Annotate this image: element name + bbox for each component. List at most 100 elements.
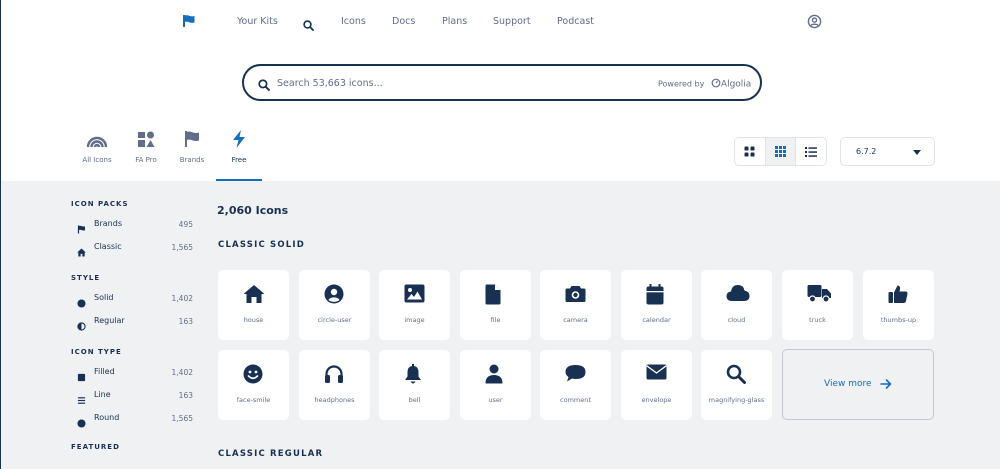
tab-label: FA Pro	[135, 156, 157, 164]
icon-card-envelope[interactable]: envelope	[621, 350, 692, 420]
filter-count: 163	[178, 391, 193, 400]
nav-plans[interactable]: Plans	[442, 16, 467, 27]
version-value: 6.7.2	[856, 147, 877, 156]
powered-by-label: Powered by	[658, 79, 705, 89]
icon-search-bar[interactable]: Powered by Algolia	[242, 64, 762, 101]
algolia-name: Algolia	[720, 79, 752, 90]
icon-card-comment[interactable]: comment	[540, 350, 611, 420]
icon-caption: envelope	[641, 396, 672, 404]
sidebar-heading-featured: FEATURED	[71, 443, 120, 451]
search-input[interactable]	[277, 75, 637, 91]
camera-icon	[565, 286, 586, 302]
house-icon	[243, 285, 265, 303]
icon-card-calendar[interactable]: calendar	[621, 270, 692, 340]
filter-label: Line	[94, 390, 111, 399]
house-icon	[77, 242, 86, 261]
magnifying-glass-icon	[726, 364, 746, 384]
icon-card-face-smile[interactable]: face-smile	[218, 350, 289, 420]
bolt-icon	[214, 130, 264, 148]
icon-card-image[interactable]: image	[379, 270, 450, 340]
tab-free[interactable]: Free	[214, 130, 264, 164]
icon-caption: face-smile	[236, 396, 271, 404]
cloud-icon	[726, 285, 750, 301]
list-view-button[interactable]	[796, 138, 826, 165]
icon-caption: headphones	[314, 396, 355, 404]
filter-label: Regular	[94, 316, 125, 325]
filter-count: 1,402	[171, 294, 193, 303]
large-grid-view-button[interactable]	[735, 138, 765, 165]
icon-caption: circle-user	[317, 316, 352, 324]
filter-label: Solid	[94, 293, 114, 302]
half-circle-icon	[77, 316, 86, 335]
truck-icon	[807, 285, 831, 303]
filter-classic[interactable]: Classic 1,565	[71, 239, 196, 262]
content-area: ICON PACKS Brands 495 Classic 1,565 STYL…	[1, 181, 1000, 469]
circle-user-icon	[324, 284, 344, 304]
rainbow-icon	[72, 130, 122, 148]
filter-brands[interactable]: Brands 495	[71, 216, 196, 239]
icon-card-headphones[interactable]: headphones	[299, 350, 370, 420]
image-icon	[404, 284, 425, 303]
icon-card-cloud[interactable]: cloud	[701, 270, 772, 340]
tab-brands[interactable]: Brands	[167, 130, 217, 164]
nav-podcast[interactable]: Podcast	[557, 16, 594, 27]
nav-your-kits[interactable]: Your Kits	[237, 16, 278, 27]
icon-card-file[interactable]: file	[460, 270, 531, 340]
tab-fa-pro[interactable]: FA Pro	[121, 130, 171, 164]
icon-card-house[interactable]: house	[218, 270, 289, 340]
filter-label: Brands	[94, 219, 122, 228]
filter-label: Filled	[94, 367, 115, 376]
arrow-right-icon	[880, 379, 892, 389]
section-title-classic-solid: CLASSIC SOLID	[218, 240, 306, 250]
tab-all-icons[interactable]: All Icons	[72, 130, 122, 164]
icon-card-truck[interactable]: truck	[782, 270, 853, 340]
icon-caption: file	[490, 316, 501, 324]
icon-card-bell[interactable]: bell	[379, 350, 450, 420]
lines-icon	[77, 390, 86, 409]
filter-regular[interactable]: Regular 163	[71, 313, 196, 336]
icon-caption: cloud	[727, 316, 746, 324]
font-awesome-flag-logo-icon[interactable]	[182, 13, 196, 32]
headphones-icon	[325, 365, 343, 383]
icon-card-circle-user[interactable]: circle-user	[299, 270, 370, 340]
nav-support[interactable]: Support	[493, 16, 531, 27]
icon-card-user[interactable]: user	[460, 350, 531, 420]
icon-caption: magnifying-glass	[708, 396, 765, 404]
icon-card-magnifying-glass[interactable]: magnifying-glass	[701, 350, 772, 420]
icon-caption: thumbs-up	[880, 316, 917, 324]
icon-card-thumbs-up[interactable]: thumbs-up	[863, 270, 934, 340]
tab-label: Free	[231, 156, 247, 164]
solid-circle-icon	[77, 293, 86, 312]
icon-card-camera[interactable]: camera	[540, 270, 611, 340]
algolia-logo-icon	[711, 78, 721, 90]
calendar-icon	[646, 284, 664, 305]
filter-count: 1,402	[171, 368, 193, 377]
filter-line[interactable]: Line 163	[71, 387, 196, 410]
page: Your Kits Icons Docs Plans Support Podca…	[0, 0, 1000, 469]
filter-solid[interactable]: Solid 1,402	[71, 290, 196, 313]
search-icon[interactable]	[303, 16, 314, 35]
small-grid-view-button[interactable]	[764, 138, 797, 165]
version-select[interactable]: 6.7.2	[840, 137, 935, 166]
filter-count: 495	[178, 220, 193, 229]
filter-filled[interactable]: Filled 1,402	[71, 364, 196, 387]
user-account-icon[interactable]	[807, 14, 822, 33]
circle-icon	[77, 413, 86, 432]
icon-caption: comment	[560, 396, 591, 404]
nav-docs[interactable]: Docs	[392, 16, 415, 27]
view-more-button[interactable]: View more	[782, 349, 934, 420]
user-icon	[485, 364, 503, 384]
filter-round[interactable]: Round 1,565	[71, 410, 196, 433]
powered-by-algolia[interactable]: Powered by Algolia	[658, 78, 751, 90]
icon-count-title: 2,060 Icons	[217, 204, 289, 217]
filter-label: Round	[94, 413, 120, 422]
icon-caption: house	[243, 316, 264, 324]
tab-label: Brands	[179, 156, 205, 164]
view-more-label: View more	[824, 379, 872, 389]
sidebar-heading-style: STYLE	[71, 274, 101, 282]
face-smile-icon	[243, 364, 263, 384]
nav-icons[interactable]: Icons	[341, 16, 366, 27]
filter-sidebar: ICON PACKS Brands 495 Classic 1,565 STYL…	[71, 200, 196, 453]
flag-icon	[167, 130, 217, 148]
sidebar-heading-icon-type: ICON TYPE	[71, 348, 122, 356]
